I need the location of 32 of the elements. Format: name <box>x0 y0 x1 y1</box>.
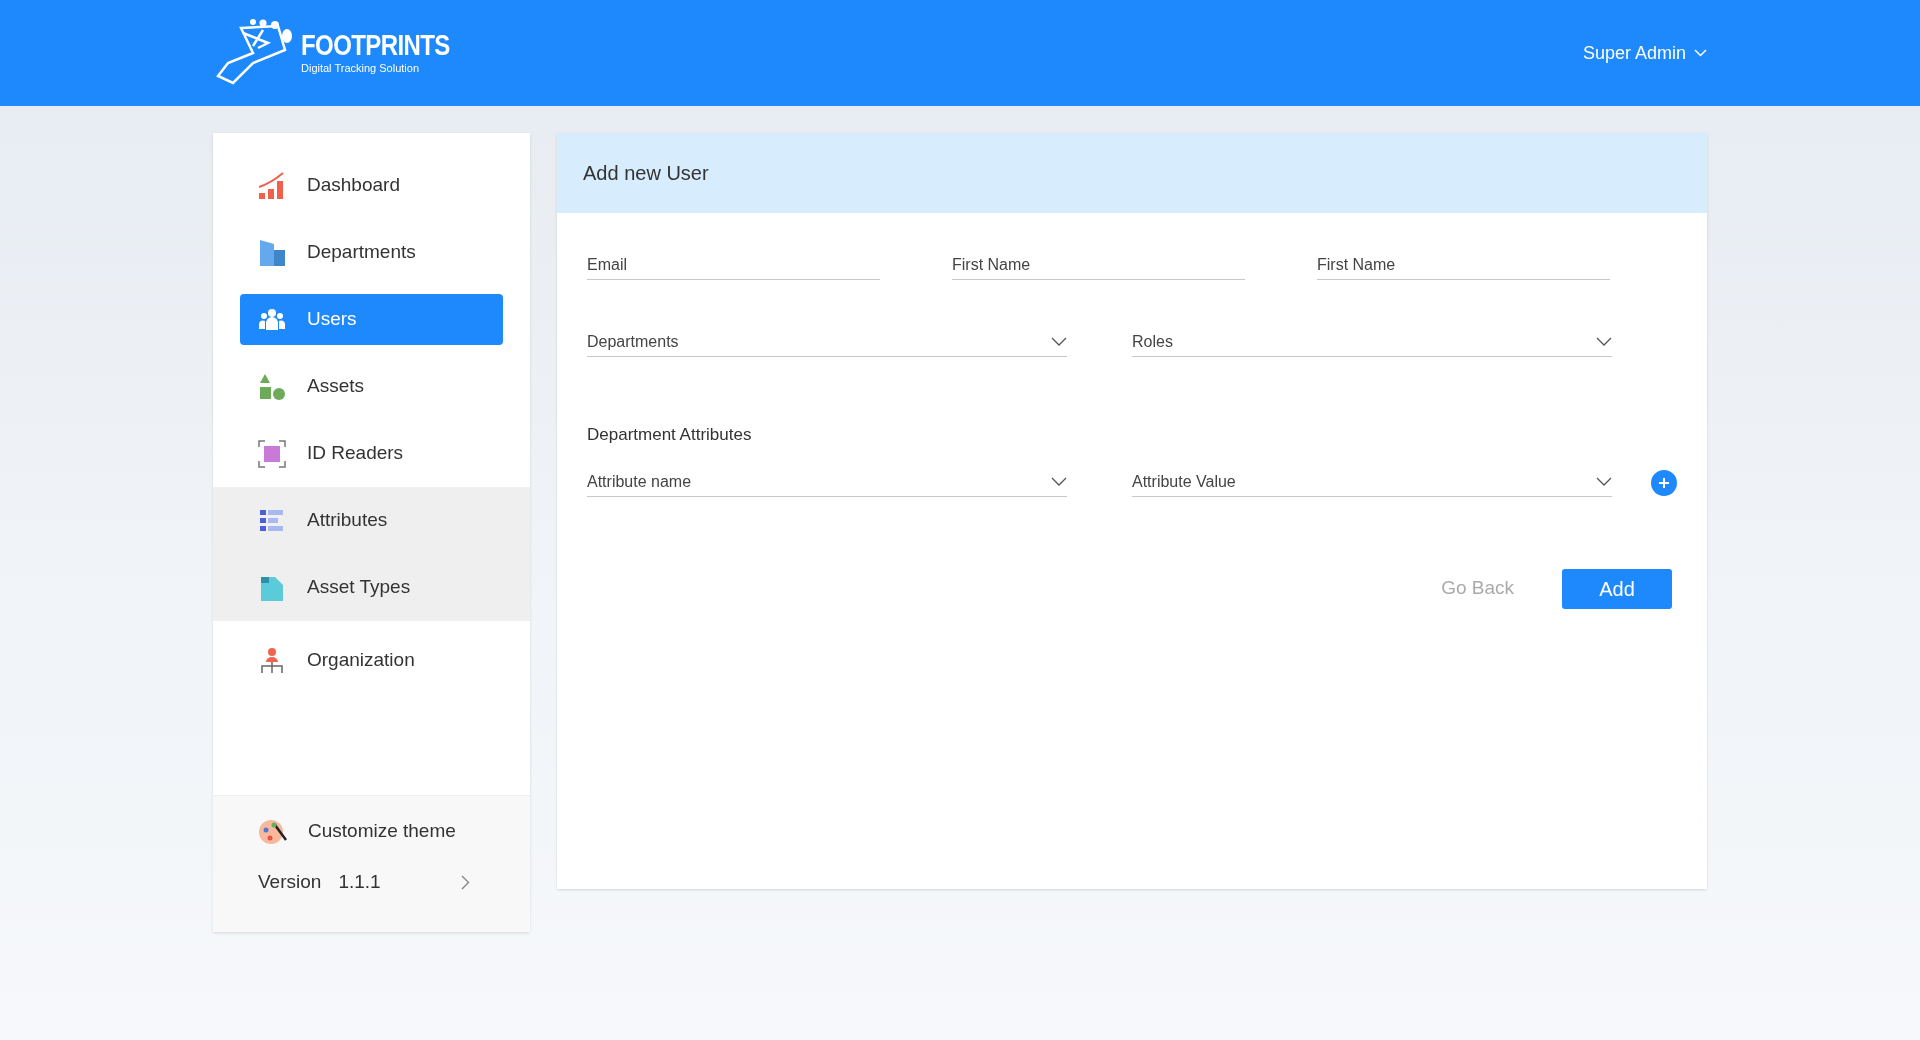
input-field[interactable]: First Name <box>952 253 1245 280</box>
sidebar-item[interactable]: Assets <box>240 361 503 412</box>
select-field[interactable]: Roles <box>1132 330 1612 357</box>
select-field[interactable]: Departments <box>587 330 1067 357</box>
chevron-down-icon <box>1051 337 1067 347</box>
plus-icon <box>1658 477 1670 489</box>
version-label: Version <box>258 870 322 894</box>
select-field[interactable]: Attribute name <box>587 469 1067 497</box>
scanner-icon <box>257 438 287 469</box>
brand-name: FOOTPRINTS <box>301 30 450 59</box>
input-field[interactable]: Email <box>587 253 880 280</box>
input-field[interactable]: First Name <box>1317 253 1610 280</box>
sidebar-item[interactable]: Organization <box>240 635 503 686</box>
sidebar-item[interactable]: Dashboard <box>240 160 503 211</box>
version-number: 1.1.1 <box>338 870 381 894</box>
select-field[interactable]: Attribute Value <box>1132 469 1612 497</box>
building-icon <box>257 237 287 268</box>
chevron-down-icon <box>1051 476 1067 487</box>
brand-tagline: Digital Tracking Solution <box>301 62 420 74</box>
add-attribute-button[interactable] <box>1651 470 1677 496</box>
user-menu[interactable]: Super Admin <box>1582 39 1707 67</box>
sidebar-item[interactable]: Users <box>240 294 503 345</box>
customize-theme-link[interactable]: Customize theme <box>258 816 485 846</box>
chevron-down-icon <box>1694 49 1707 57</box>
chevron-down-icon <box>1596 337 1612 347</box>
sidebar-item[interactable]: Departments <box>240 227 503 278</box>
sidebar-item[interactable]: ID Readers <box>240 428 503 479</box>
section-heading: Department Attributes <box>587 424 753 446</box>
add-button[interactable]: Add <box>1562 568 1672 609</box>
chevron-down-icon <box>1596 476 1612 487</box>
panel-title: Add new User <box>583 161 709 186</box>
chevron-right-icon[interactable] <box>461 874 470 890</box>
